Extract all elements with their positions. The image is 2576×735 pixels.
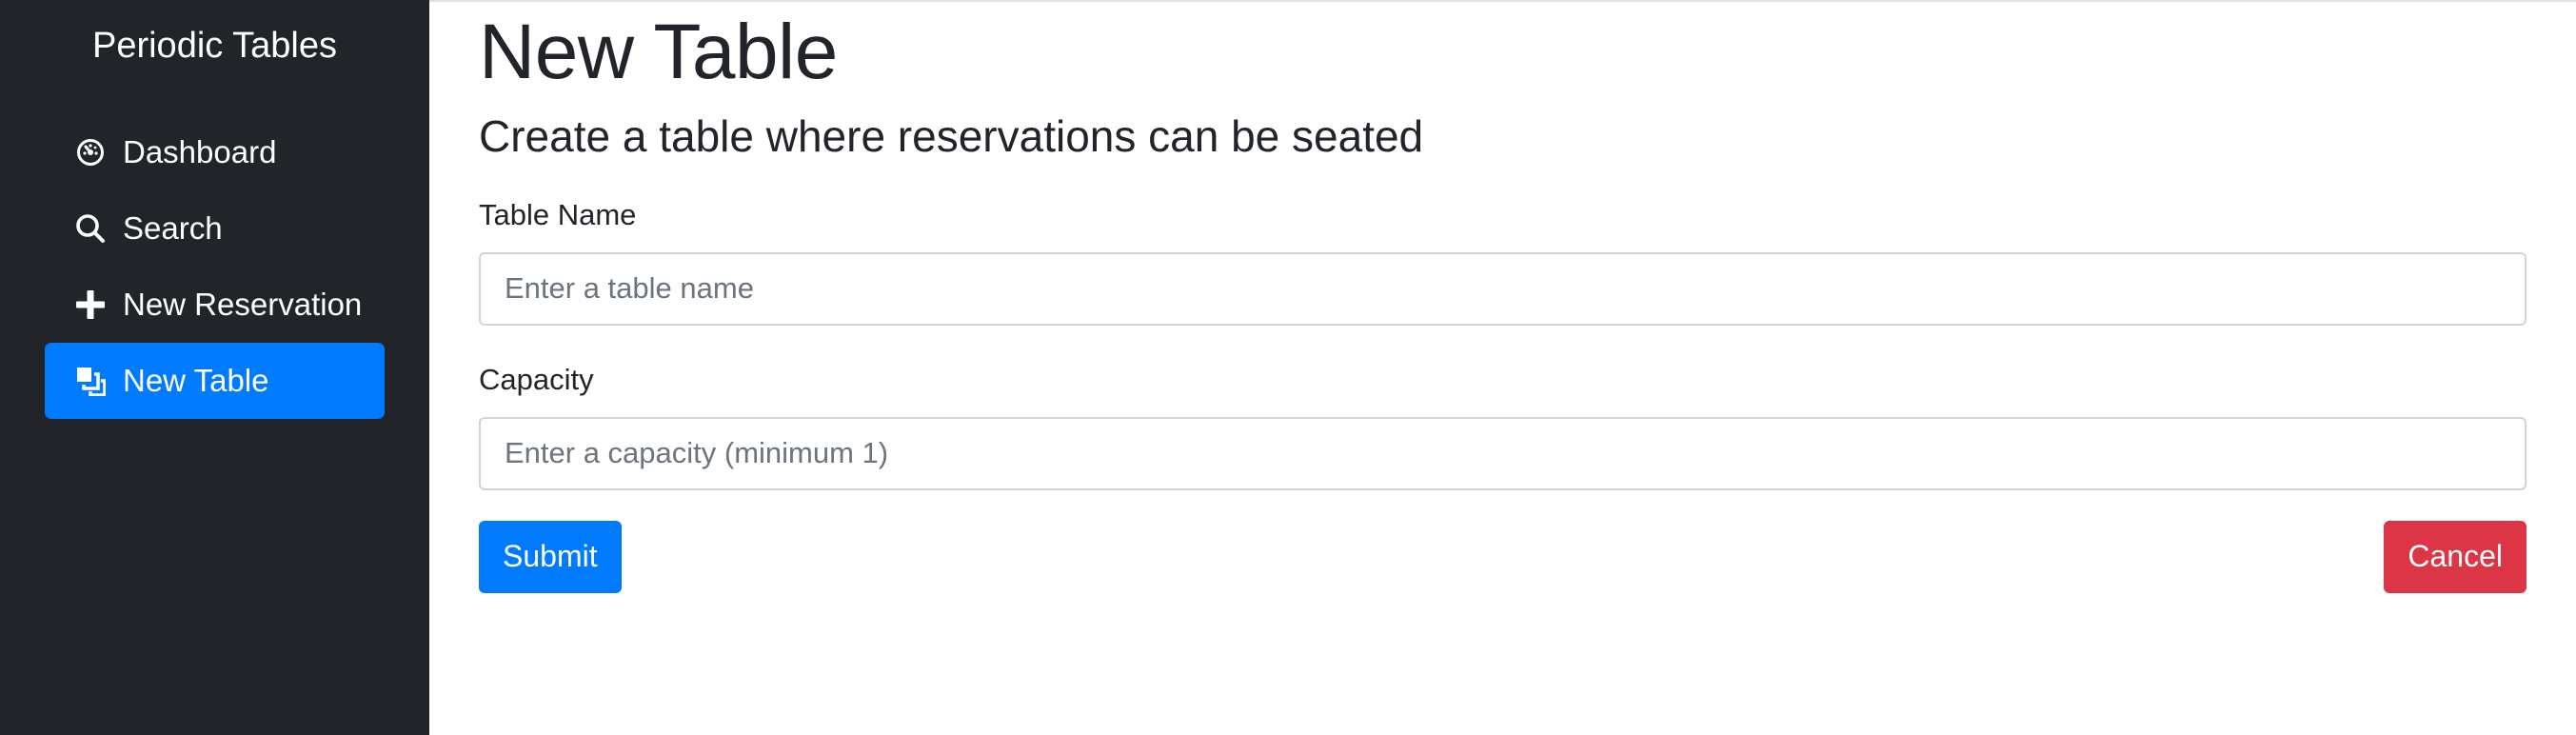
- cancel-button[interactable]: Cancel: [2384, 520, 2526, 593]
- sidebar-item-label: Dashboard: [123, 134, 277, 169]
- search-icon: [73, 211, 108, 246]
- sidebar-item-label: New Reservation: [123, 287, 363, 322]
- table-name-group: Table Name: [479, 197, 2526, 326]
- submit-button[interactable]: Submit: [479, 520, 622, 593]
- capacity-input[interactable]: [479, 416, 2526, 490]
- sidebar-item-new-table[interactable]: New Table: [45, 343, 385, 419]
- sidebar-item-search[interactable]: Search: [45, 190, 385, 267]
- brand-link[interactable]: Periodic Tables: [0, 19, 429, 72]
- page-title: New Table: [479, 9, 838, 95]
- sidebar: Periodic Tables Dashboard Search New Res…: [0, 0, 429, 735]
- app-root: Periodic Tables Dashboard Search New Res…: [0, 0, 2576, 735]
- capacity-group: Capacity: [479, 362, 2526, 490]
- layers-icon: [73, 364, 108, 398]
- sidebar-item-dashboard[interactable]: Dashboard: [45, 114, 385, 190]
- table-name-input[interactable]: [479, 251, 2526, 326]
- form-actions: Submit Cancel: [479, 520, 2526, 593]
- main-content: New Table Create a table where reservati…: [429, 0, 2576, 735]
- capacity-label: Capacity: [479, 362, 594, 396]
- page-subtitle: Create a table where reservations can be…: [479, 111, 1424, 161]
- sidebar-item-new-reservation[interactable]: New Reservation: [45, 267, 385, 343]
- table-name-label: Table Name: [479, 197, 637, 231]
- sidebar-nav: Dashboard Search New Reservation New Tab…: [0, 114, 429, 419]
- plus-icon: [73, 288, 108, 322]
- new-table-form: Table Name Capacity Submit Cancel: [479, 197, 2526, 593]
- sidebar-item-label: Search: [123, 210, 223, 246]
- sidebar-item-label: New Table: [123, 363, 269, 398]
- dashboard-icon: [73, 135, 108, 169]
